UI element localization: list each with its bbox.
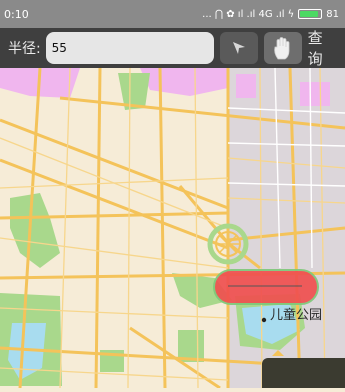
district-area <box>236 74 256 98</box>
query-button[interactable]: 查 询 <box>308 27 345 69</box>
status-bar: 0:10 ... ⋂ ✿ ıl .ıl 4G .ıl ϟ 81 <box>0 0 345 28</box>
arrow-pointer-icon <box>233 42 246 54</box>
battery-level: 81 <box>326 8 339 20</box>
battery-icon <box>298 9 323 19</box>
selection-marker[interactable] <box>213 269 319 305</box>
district-area <box>300 82 330 106</box>
hand-icon <box>273 37 290 60</box>
poi-label[interactable]: 儿童公园 <box>270 304 322 323</box>
radius-input[interactable]: 55 <box>45 32 215 64</box>
pan-hand-button[interactable] <box>263 32 302 64</box>
radius-value: 55 <box>51 41 67 55</box>
radius-label: 半径: <box>8 41 41 57</box>
bottom-panel[interactable] <box>262 358 345 388</box>
map-view[interactable]: 儿童公园 <box>0 67 345 390</box>
roundabout <box>207 223 249 265</box>
status-icons: ... ⋂ ✿ ıl .ıl 4G .ıl ϟ 81 <box>202 9 339 20</box>
signal-icons: ... ⋂ ✿ ıl .ıl 4G .ıl ϟ <box>202 8 295 20</box>
toolbar: 半径: 55 查 询 <box>0 28 345 68</box>
map-canvas[interactable] <box>0 67 345 390</box>
status-time: 0:10 <box>4 7 29 21</box>
pointer-button[interactable] <box>220 32 258 64</box>
poi-dot <box>261 317 267 323</box>
